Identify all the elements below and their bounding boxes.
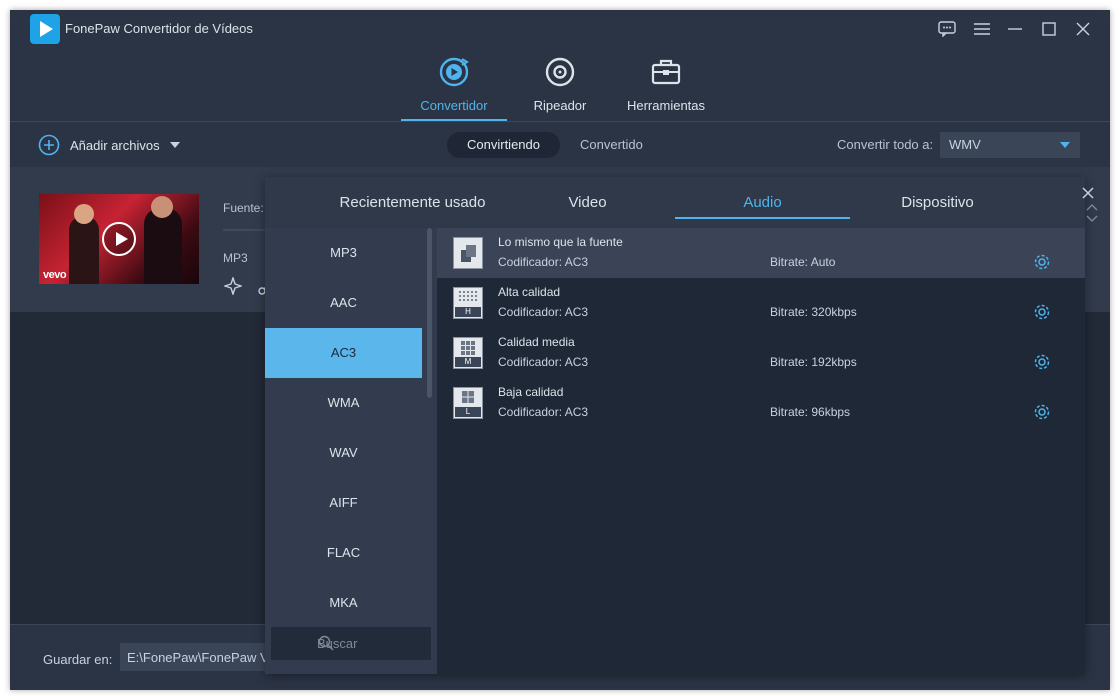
popup-tabs: Recientemente usado Video Audio Disposit… [265,177,1085,228]
dropdown-arrow-icon [1060,142,1070,148]
tab-convertidor[interactable]: Convertidor [414,48,494,122]
preset-row[interactable]: L Baja calidad Codificador: AC3 Bitrate:… [437,378,1085,428]
preset-row[interactable]: H Alta calidad Codificador: AC3 Bitrate:… [437,278,1085,328]
preset-bitrate: Bitrate: 192kbps [770,355,857,369]
format-item-aac[interactable]: AAC [265,278,422,328]
preset-encoder: Codificador: AC3 [498,355,589,369]
chevron-up-icon[interactable] [1086,203,1098,211]
enhance-icon[interactable] [224,277,242,295]
status-tabs: Convirtiendo Convertido [447,132,663,158]
tab-convirtiendo[interactable]: Convirtiendo [447,132,560,158]
tab-label: Herramientas [626,98,706,113]
preset-bitrate: Bitrate: 320kbps [770,305,857,319]
tab-ripeador[interactable]: Ripeador [520,48,600,122]
source-label: Fuente: [223,201,264,215]
thumbnail-figure [69,216,99,284]
add-files-button[interactable]: Añadir archivos [38,134,180,156]
active-tab-indicator [675,217,850,219]
thumbnail-figure [151,196,173,218]
same-as-source-icon [453,237,483,269]
preset-name: Calidad media [498,335,575,349]
save-label: Guardar en: [43,652,113,667]
gear-icon[interactable] [1033,403,1051,421]
format-item-wav[interactable]: WAV [265,428,422,478]
tab-recientemente-usado[interactable]: Recientemente usado [325,177,500,228]
toolbar: Añadir archivos Convirtiendo Convertido … [10,122,1110,167]
maximize-icon[interactable] [1038,18,1060,40]
app-title: FonePaw Convertidor de Vídeos [65,21,253,36]
tab-label: Ripeador [533,98,587,113]
main-nav: Convertidor Ripeador Herramientas [10,48,1110,122]
format-item-flac[interactable]: FLAC [265,528,422,578]
chevron-down-icon[interactable] [169,142,180,148]
minimize-icon[interactable] [1004,18,1026,40]
close-icon[interactable] [1072,18,1094,40]
toolbox-icon [651,59,681,85]
convert-icon [439,57,469,87]
preset-name: Alta calidad [498,285,561,299]
menu-icon[interactable] [971,18,993,40]
gear-icon[interactable] [1033,353,1051,371]
add-files-label: Añadir archivos [70,137,160,153]
preset-row[interactable]: Lo mismo que la fuente Codificador: AC3 … [437,228,1085,278]
search-icon [318,635,334,651]
gear-icon[interactable] [1033,303,1051,321]
preset-name: Baja calidad [498,385,564,399]
preset-row[interactable]: M Calidad media Codificador: AC3 Bitrate… [437,328,1085,378]
format-item-aiff[interactable]: AIFF [265,478,422,528]
convert-all-label: Convertir todo a: [837,137,934,152]
format-search-input[interactable]: Buscar [271,627,431,660]
file-format: MP3 [223,251,248,265]
title-bar: FonePaw Convertidor de Vídeos [10,10,1110,48]
quality-badge: L [455,407,481,417]
quality-badge: H [455,307,481,317]
disc-icon [545,57,575,87]
high-quality-icon: H [453,287,483,319]
preset-list: Lo mismo que la fuente Codificador: AC3 … [437,228,1085,674]
convert-all-select[interactable]: WMV [940,132,1080,158]
thumbnail-figure [74,204,94,224]
feedback-icon[interactable] [936,18,958,40]
video-thumbnail[interactable]: vevo [39,194,199,284]
thumbnail-figure [144,208,182,284]
format-popup: Recientemente usado Video Audio Disposit… [265,177,1085,674]
quality-badge: M [455,357,481,367]
vevo-logo: vevo [43,269,67,281]
format-list: MP3 AAC AC3 WMA WAV AIFF FLAC MKA Buscar [265,228,437,674]
preset-encoder: Codificador: AC3 [498,305,589,319]
popup-close-icon[interactable] [1078,183,1098,203]
tab-herramientas[interactable]: Herramientas [622,48,710,122]
preset-bitrate: Bitrate: 96kbps [770,405,851,419]
tab-convertido[interactable]: Convertido [560,132,663,158]
app-logo-icon [30,14,60,44]
format-item-ac3[interactable]: AC3 [265,328,422,378]
tab-audio[interactable]: Audio [675,177,850,228]
tab-label: Convertidor [420,98,488,113]
format-item-mka[interactable]: MKA [265,578,422,628]
tab-video[interactable]: Video [500,177,675,228]
tab-dispositivo[interactable]: Dispositivo [850,177,1025,228]
gear-icon[interactable] [1033,253,1051,271]
convert-all-value: WMV [949,137,981,152]
preset-encoder: Codificador: AC3 [498,255,589,269]
format-list-scrollbar[interactable] [427,228,432,398]
chevron-down-icon[interactable] [1086,215,1098,223]
format-item-mp3[interactable]: MP3 [265,228,422,278]
preset-name: Lo mismo que la fuente [498,235,623,249]
format-item-wma[interactable]: WMA [265,378,422,428]
preset-bitrate: Bitrate: Auto [770,255,836,269]
play-icon[interactable] [102,222,136,256]
preset-encoder: Codificador: AC3 [498,405,589,419]
divider [223,229,268,231]
low-quality-icon: L [453,387,483,419]
add-circle-icon [38,134,60,156]
medium-quality-icon: M [453,337,483,369]
